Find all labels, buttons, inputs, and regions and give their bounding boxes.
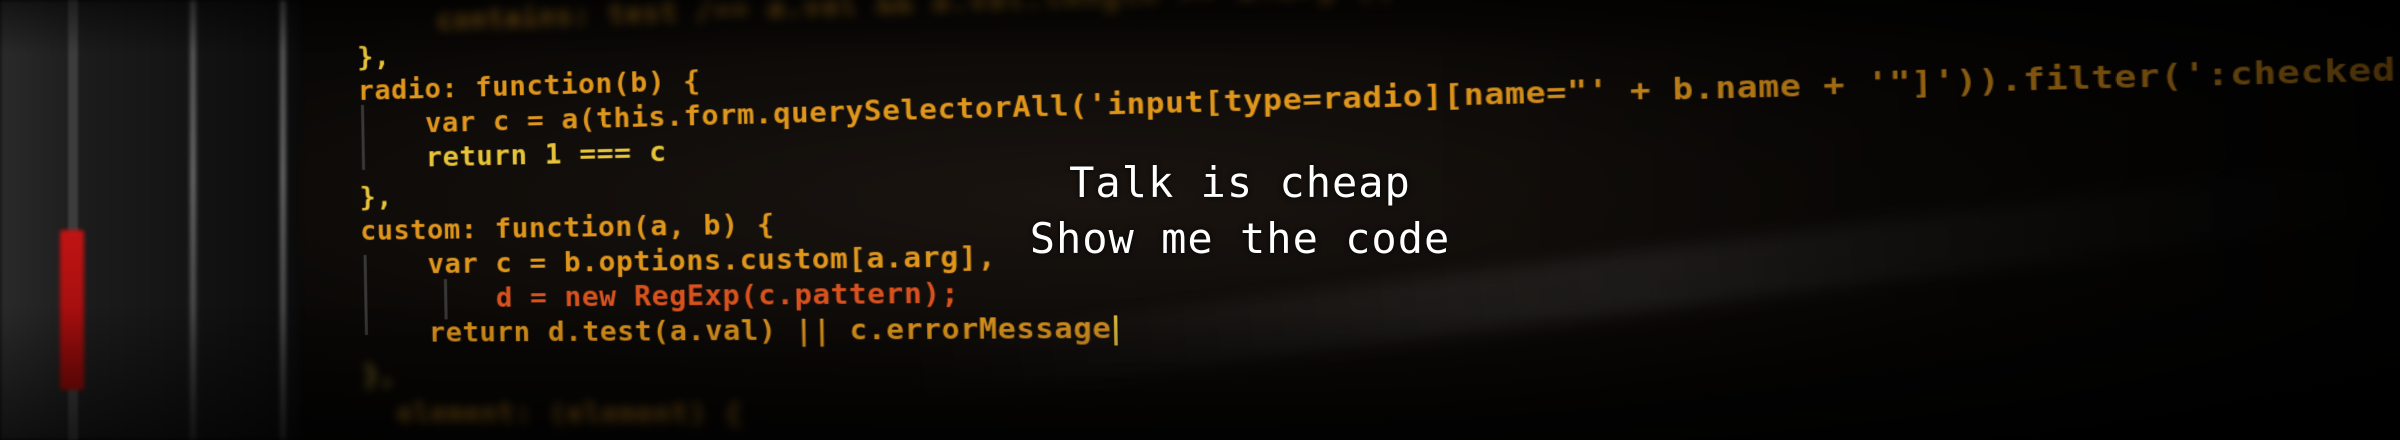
code-line: }, <box>362 360 396 391</box>
code-line: element: (element) { <box>363 398 743 430</box>
code-line: d = new RegExp(c.pattern); <box>361 277 960 315</box>
code-line: contains: test /== a.val && a.val.length… <box>436 0 1993 36</box>
tagline-line-2: Show me the code <box>0 214 2400 263</box>
tagline-line-1: Talk is cheap <box>0 158 2400 207</box>
code-line: }, <box>357 41 391 73</box>
code-banner: contains: test /== a.val && a.val.length… <box>0 0 2400 440</box>
